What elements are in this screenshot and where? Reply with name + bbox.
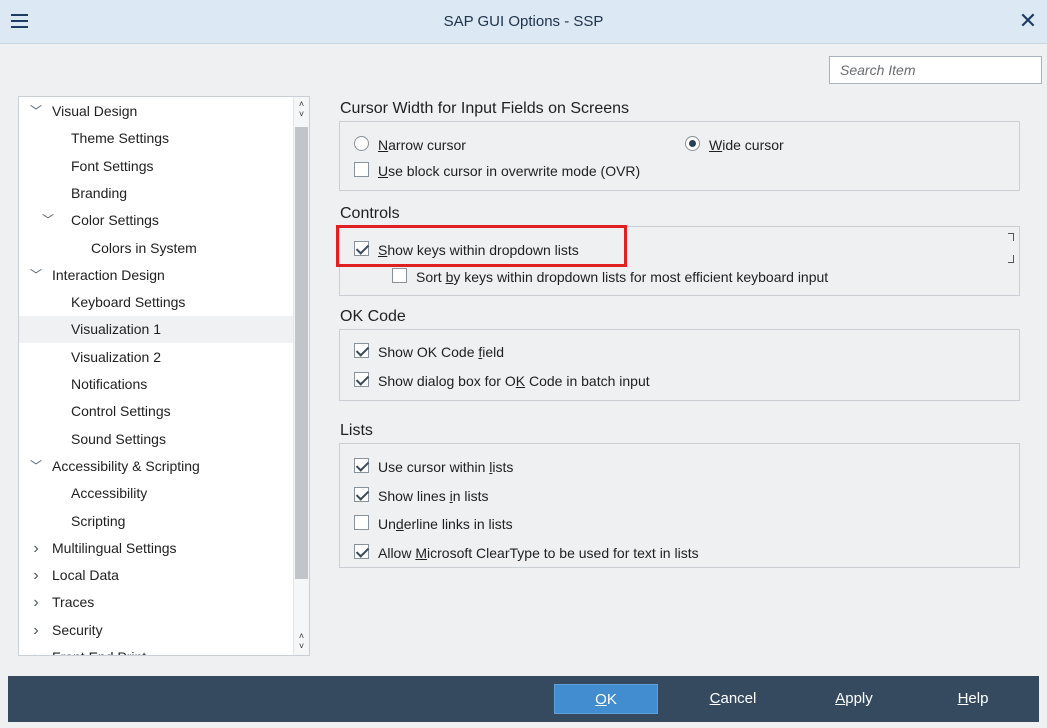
tree-item-label: Security	[52, 621, 103, 638]
tree-item[interactable]: Sound Settings	[19, 426, 294, 453]
tree-item-label: Accessibility & Scripting	[52, 457, 200, 474]
tree-item[interactable]: Notifications	[19, 371, 294, 398]
tree-item-label: Traces	[52, 594, 95, 611]
highlight-box	[336, 225, 627, 267]
ok-button[interactable]: OK	[554, 684, 658, 714]
chevron-right-icon[interactable]: ›	[29, 535, 43, 562]
tree-item-label: Sound Settings	[71, 430, 166, 447]
tree-item[interactable]: Colors in System	[19, 235, 294, 262]
scroll-down-icon[interactable]: ˄ ˅	[294, 631, 309, 653]
chevron-down-icon[interactable]: ﹀	[29, 98, 43, 125]
tree-item[interactable]: Control Settings	[19, 398, 294, 425]
tree-item[interactable]: Accessibility	[19, 480, 294, 507]
tree-item-label: Color Settings	[71, 212, 159, 229]
chevron-down-icon[interactable]: ﹀	[29, 453, 43, 480]
show-ok-code-field-checkbox[interactable]	[354, 343, 369, 358]
ok-code-dialog-label: Show dialog box for OK Code in batch inp…	[378, 373, 650, 389]
tree-item-label: Notifications	[71, 376, 148, 392]
chevron-right-icon[interactable]: ›	[29, 617, 43, 644]
search-input[interactable]	[829, 56, 1042, 84]
tree-item[interactable]: › Traces	[19, 589, 294, 616]
section-title-lists: Lists	[340, 422, 373, 439]
tree-item-label: Visualization 1	[71, 321, 162, 338]
tree-item[interactable]: Branding	[19, 180, 294, 207]
sort-keys-checkbox[interactable]	[392, 268, 407, 283]
tree-item[interactable]: Keyboard Settings	[19, 289, 294, 316]
chevron-down-icon[interactable]: ﹀	[29, 262, 43, 289]
wide-cursor-label: Wide cursor	[709, 137, 784, 153]
tree-item[interactable]: › Local Data	[19, 562, 294, 589]
tree-item-label: Control Settings	[71, 403, 171, 420]
tree-item-label: Colors in System	[91, 239, 197, 256]
tree-item[interactable]: Visualization 2	[19, 344, 294, 371]
settings-tree: ﹀ Visual Design Theme Settings Font Setting…	[18, 96, 310, 656]
underline-links-checkbox[interactable]	[354, 515, 369, 530]
tree-item[interactable]: › Security	[19, 617, 294, 644]
tree-item-label: Accessibility	[71, 485, 148, 502]
sort-keys-label: Sort by keys within dropdown lists for m…	[416, 269, 829, 285]
footer-bar: OK Cancel Apply Help	[8, 676, 1039, 722]
tree-item-label: Interaction Design	[52, 266, 165, 283]
tree-item[interactable]: Visualization 1	[19, 316, 294, 344]
ok-code-group: Show OK Code field Show dialog box for O…	[339, 329, 1020, 401]
tree-item-label: Font Settings	[71, 157, 154, 174]
chevron-right-icon[interactable]: ›	[29, 644, 43, 655]
block-cursor-label: Use block cursor in overwrite mode (OVR)	[378, 163, 641, 179]
lists-group: Use cursor within lists Show lines in li…	[339, 443, 1020, 568]
tree-item-label: Visual Design	[52, 103, 138, 119]
show-lines-checkbox[interactable]	[354, 487, 369, 502]
ok-code-dialog-checkbox[interactable]	[354, 372, 369, 387]
tree-item[interactable]: ﹀ Color Settings	[19, 207, 294, 234]
tree-item[interactable]: › Multilingual Settings	[19, 535, 294, 562]
tree-item[interactable]: Font Settings	[19, 153, 294, 180]
title-bar: SAP GUI Options - SSP ✕	[0, 0, 1047, 44]
tree-item[interactable]: ﹀ Visual Design	[19, 98, 294, 125]
tree-item-label: Multilingual Settings	[52, 539, 177, 556]
apply-button[interactable]: Apply	[802, 684, 906, 714]
tree-item[interactable]: › Front End Print	[19, 644, 294, 655]
cursor-width-group: Narrow cursor Wide cursor Use block curs…	[339, 121, 1020, 191]
window-title: SAP GUI Options - SSP	[443, 13, 604, 30]
focus-corner-br	[1008, 255, 1014, 263]
section-title-cursor-width: Cursor Width for Input Fields on Screens	[340, 100, 630, 117]
tree-item[interactable]: ﹀ Interaction Design	[19, 262, 294, 289]
use-cursor-lists-checkbox[interactable]	[354, 458, 369, 473]
narrow-cursor-radio[interactable]	[354, 136, 369, 151]
tree-item-label: Scripting	[71, 512, 126, 529]
tree-item-label: Front End Print	[52, 644, 146, 655]
wide-cursor-radio[interactable]	[685, 136, 700, 151]
underline-links-label: Underline links in lists	[378, 516, 513, 532]
focus-corner-tr	[1008, 233, 1014, 241]
tree-item-label: Local Data	[52, 567, 119, 584]
chevron-right-icon[interactable]: ›	[29, 562, 43, 589]
section-title-ok-code: OK Code	[340, 308, 406, 325]
cleartype-checkbox[interactable]	[354, 544, 369, 559]
tree-item[interactable]: Theme Settings	[19, 125, 294, 152]
chevron-right-icon[interactable]: ›	[29, 589, 43, 616]
use-cursor-lists-label: Use cursor within lists	[378, 459, 514, 475]
tree-item[interactable]: Scripting	[19, 508, 294, 535]
scroll-up-icon[interactable]: ˄ ˅	[294, 99, 309, 121]
tree-item[interactable]: ﹀ Accessibility & Scripting	[19, 453, 294, 480]
block-cursor-checkbox[interactable]	[354, 162, 369, 177]
scroll-thumb[interactable]	[295, 127, 308, 579]
show-ok-code-field-label: Show OK Code field	[378, 344, 505, 360]
tree-scrollbar[interactable]: ˄ ˅ ˄ ˅	[293, 97, 309, 655]
tree-item-label: Branding	[71, 184, 128, 201]
tree-item-label: Visualization 2	[71, 348, 162, 365]
narrow-cursor-label: Narrow cursor	[378, 137, 466, 153]
cleartype-label: Allow Microsoft ClearType to be used for…	[378, 545, 699, 561]
close-icon[interactable]: ✕	[1015, 8, 1041, 34]
chevron-down-icon[interactable]: ﹀	[41, 207, 55, 234]
help-button[interactable]: Help	[921, 684, 1025, 714]
tree-item-label: Theme Settings	[71, 130, 170, 147]
tree-item-label: Keyboard Settings	[71, 294, 186, 311]
section-title-controls: Controls	[340, 205, 400, 222]
cancel-button[interactable]: Cancel	[681, 684, 785, 714]
show-lines-label: Show lines in lists	[378, 488, 489, 504]
